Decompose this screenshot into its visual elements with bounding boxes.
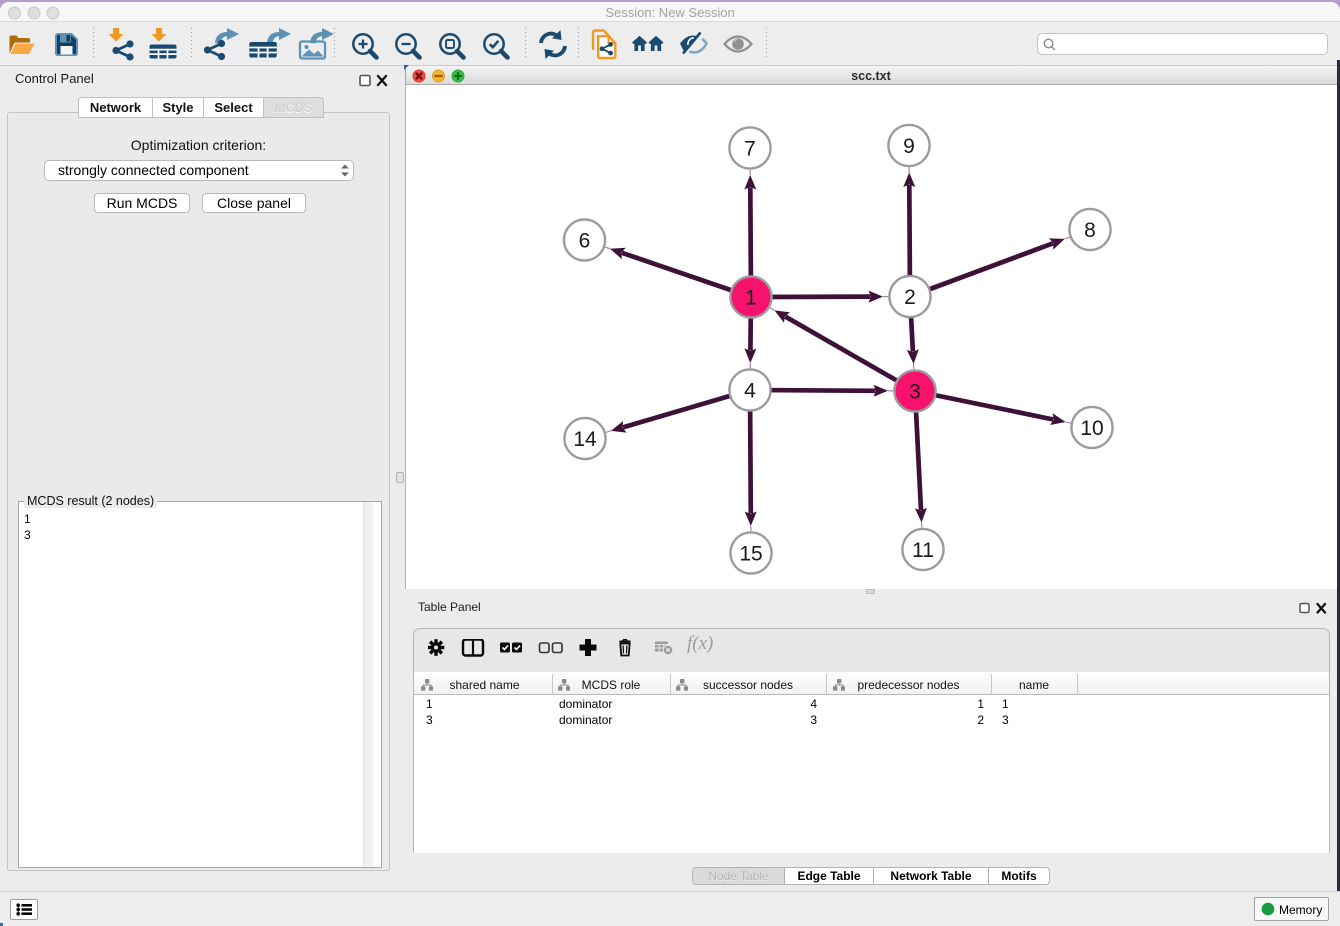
svg-text:14: 14 [573, 428, 597, 451]
svg-text:15: 15 [739, 543, 762, 566]
svg-text:9: 9 [903, 135, 915, 158]
svg-text:8: 8 [1084, 219, 1096, 242]
svg-text:6: 6 [579, 230, 591, 253]
svg-text:3: 3 [909, 381, 921, 404]
svg-text:2: 2 [904, 286, 916, 309]
svg-text:10: 10 [1080, 417, 1103, 440]
svg-text:11: 11 [912, 539, 934, 562]
svg-text:1: 1 [745, 287, 757, 310]
svg-text:7: 7 [744, 138, 756, 161]
svg-text:4: 4 [744, 380, 756, 403]
